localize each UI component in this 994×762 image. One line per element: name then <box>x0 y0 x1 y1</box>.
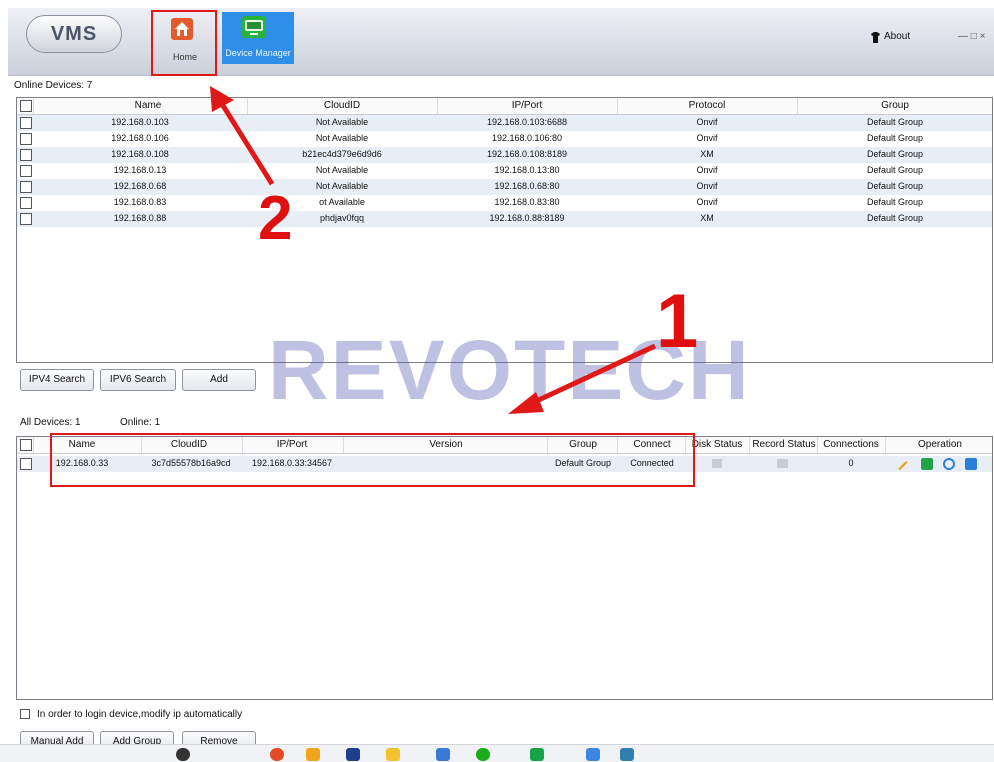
search-icon[interactable] <box>176 748 190 761</box>
app-icon[interactable] <box>586 748 600 761</box>
annotation-number-2: 2 <box>258 184 293 253</box>
vms-taskbar-icon[interactable] <box>620 748 634 761</box>
folder-icon[interactable] <box>306 748 320 761</box>
browser-icon[interactable] <box>270 748 284 761</box>
annotation-arrows <box>210 86 657 414</box>
files-icon[interactable] <box>386 748 400 761</box>
annotation-number-1: 1 <box>656 279 699 364</box>
arrowhead-1 <box>508 392 544 414</box>
app-icon[interactable] <box>436 748 450 761</box>
auto-ip-label: In order to login device,modify ip autom… <box>37 709 243 720</box>
arrow-to-device-row <box>528 343 657 407</box>
arrow-to-home <box>219 102 275 186</box>
app-icon[interactable] <box>346 748 360 761</box>
app-icon[interactable] <box>530 748 544 761</box>
chat-icon[interactable] <box>476 748 490 761</box>
taskbar <box>0 744 994 762</box>
auto-ip-checkbox[interactable] <box>20 709 30 719</box>
